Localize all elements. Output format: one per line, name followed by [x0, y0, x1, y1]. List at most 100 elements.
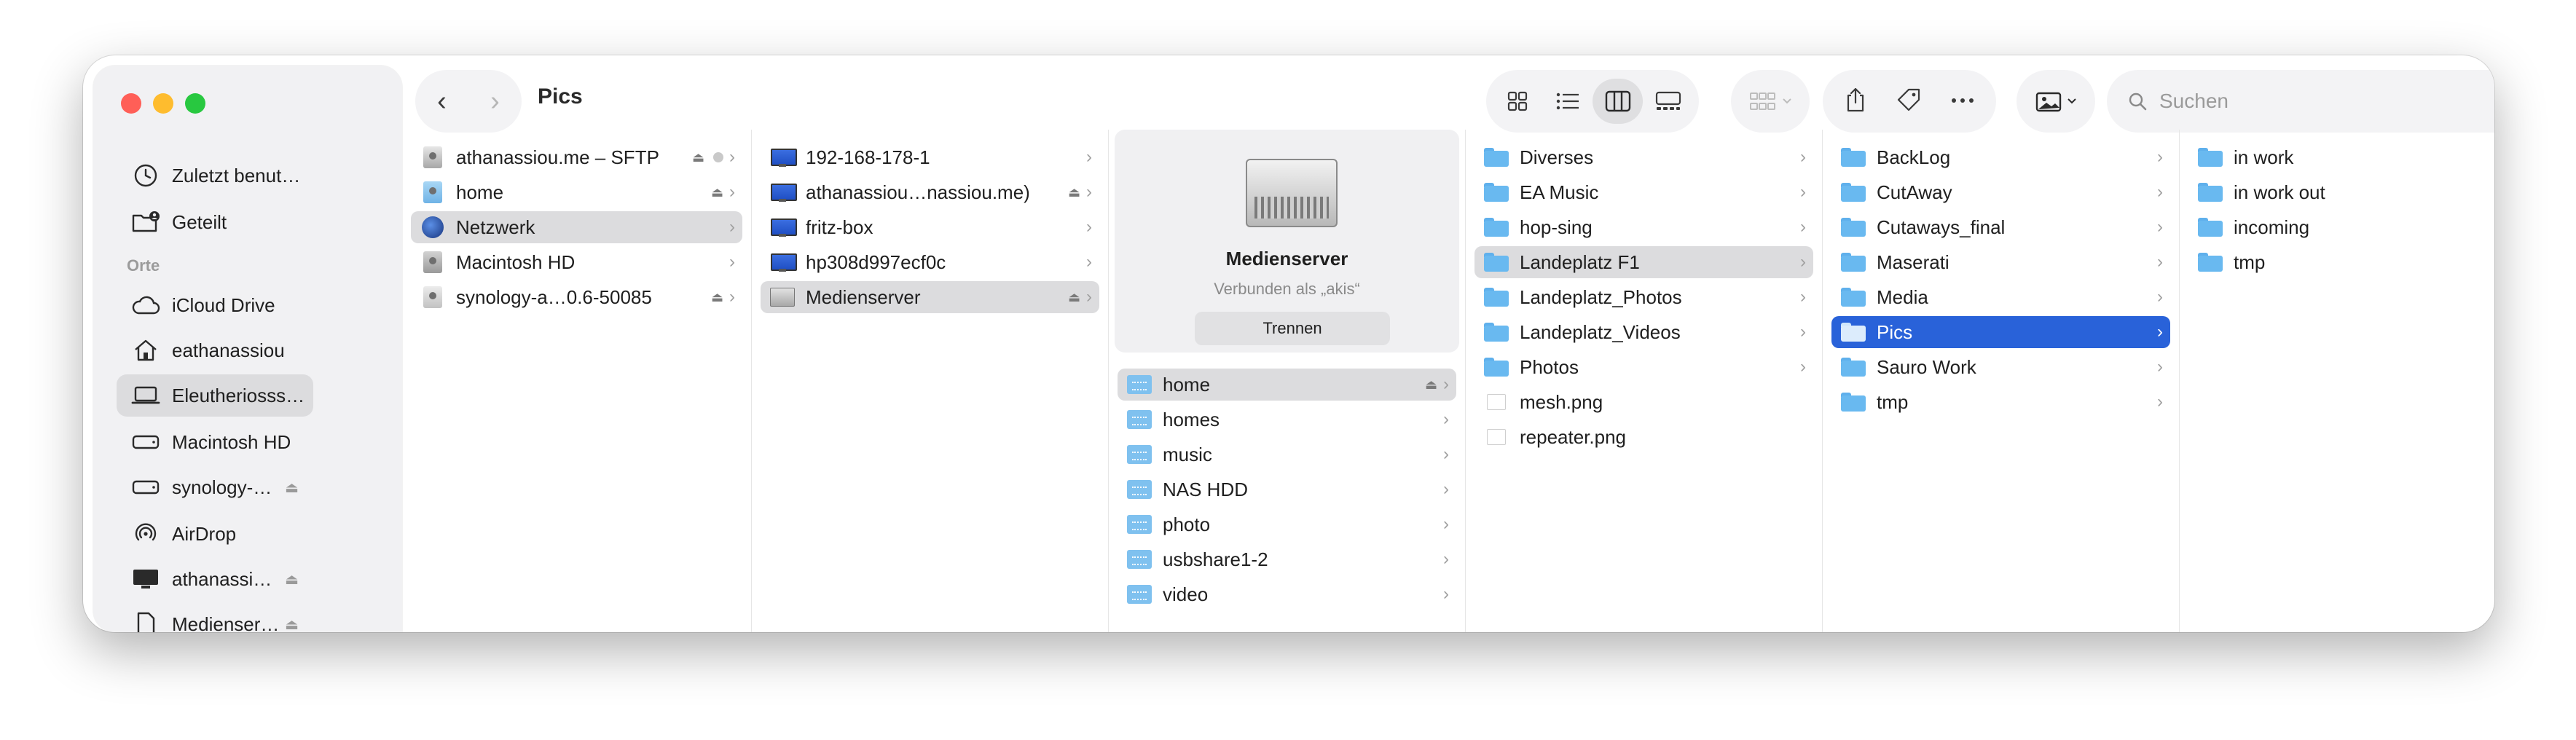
preview-button[interactable] [2017, 70, 2095, 133]
disk-icon [130, 428, 162, 457]
list-item[interactable]: hp308d997ecf0c › [761, 246, 1099, 278]
list-item[interactable]: Cutaways_final › [1831, 211, 2170, 243]
list-item[interactable]: Landeplatz F1 › [1474, 246, 1813, 278]
list-item[interactable]: BackLog › [1831, 141, 2170, 173]
search-input[interactable] [2159, 90, 2494, 113]
list-item[interactable]: Pics › [1831, 316, 2170, 348]
list-item[interactable]: video › [1118, 578, 1456, 610]
list-item[interactable]: Netzwerk › [411, 211, 742, 243]
list-item[interactable]: Diverses › [1474, 141, 1813, 173]
disk-icon [420, 251, 446, 273]
list-item[interactable]: hop-sing › [1474, 211, 1813, 243]
sidebar-item-home[interactable]: eathanassiou [117, 329, 313, 371]
list-item[interactable]: incoming › [2188, 211, 2494, 243]
group-button[interactable] [1731, 70, 1810, 133]
list-item[interactable]: Medienserver ⏏ › [761, 281, 1099, 313]
list-item[interactable]: repeater.png [1474, 421, 1813, 453]
sidebar-item-athanassiou[interactable]: athanassi… ⏏ [117, 558, 313, 600]
list-item[interactable]: Maserati › [1831, 246, 2170, 278]
chevron-right-icon: › [1443, 444, 1449, 464]
sidebar-item-recents[interactable]: Zuletzt benut… [117, 154, 313, 197]
sidebar-item-airdrop[interactable]: AirDrop [117, 513, 313, 555]
list-item[interactable]: EA Music › [1474, 176, 1813, 208]
more-button[interactable] [1951, 95, 1974, 108]
sidebar-item-macintosh-hd[interactable]: Macintosh HD [117, 421, 313, 463]
eject-icon[interactable]: ⏏ [711, 185, 723, 200]
tag-button[interactable] [1896, 87, 1922, 117]
list-item[interactable]: Media › [1831, 281, 2170, 313]
sidebar-item-label: Geteilt [172, 210, 227, 233]
sidebar-item-this-mac[interactable]: Eleutheriosss… [117, 374, 313, 417]
chevron-right-icon: › [1800, 147, 1806, 167]
group-icon [1750, 92, 1775, 110]
sidebar-item-shared[interactable]: Geteilt [117, 201, 313, 243]
list-item[interactable]: home ⏏ › [1118, 369, 1456, 401]
eject-icon[interactable]: ⏏ [285, 479, 299, 497]
list-item[interactable]: Macintosh HD › [411, 246, 742, 278]
search-field[interactable] [2107, 70, 2494, 133]
share-button[interactable] [1845, 87, 1866, 117]
item-label: Landeplatz_Videos [1520, 320, 1681, 343]
list-item[interactable]: home ⏏ › [411, 176, 742, 208]
monitor-icon [130, 564, 162, 594]
list-item[interactable]: synology-a…0.6-50085 ⏏ › [411, 281, 742, 313]
eject-icon[interactable]: ⏏ [692, 150, 704, 165]
minimize-button[interactable] [153, 93, 173, 114]
gallery-view-button[interactable] [1643, 79, 1693, 124]
connection-status: Verbunden als „akis“ [1214, 280, 1360, 298]
list-item[interactable]: music › [1118, 438, 1456, 471]
sidebar-item-medienserver[interactable]: Medienser… ⏏ [117, 603, 313, 632]
shared-folder-icon [1126, 409, 1152, 430]
list-item[interactable]: photo › [1118, 508, 1456, 540]
list-item[interactable]: in work out › [2188, 176, 2494, 208]
list-item[interactable]: NAS HDD › [1118, 473, 1456, 505]
column-home: Diverses › EA Music › hop-sing › Landepl… [1466, 130, 1823, 632]
zoom-button[interactable] [185, 93, 205, 114]
list-item[interactable]: Landeplatz_Photos › [1474, 281, 1813, 313]
list-item[interactable]: usbshare1-2 › [1118, 543, 1456, 575]
eject-icon[interactable]: ⏏ [1425, 377, 1437, 393]
list-item[interactable]: tmp › [2188, 246, 2494, 278]
disconnect-button[interactable]: Trennen [1195, 312, 1390, 345]
column-locations: athanassiou.me – SFTP ⏏ › home ⏏ › Netzw… [402, 130, 752, 632]
list-item[interactable]: in work › [2188, 141, 2494, 173]
column-view-button[interactable] [1593, 79, 1643, 124]
list-item[interactable]: homes › [1118, 404, 1456, 436]
sidebar-item-label: Medienser… [172, 613, 280, 633]
list-item[interactable]: athanassiou.me – SFTP ⏏ › [411, 141, 742, 173]
list-item[interactable]: athanassiou…nassiou.me) ⏏ › [761, 176, 1099, 208]
eject-icon[interactable]: ⏏ [285, 615, 299, 633]
eject-icon[interactable]: ⏏ [285, 570, 299, 589]
column-landeplatz-f1: BackLog › CutAway › Cutaways_final › Mas… [1823, 130, 2180, 632]
list-view-button[interactable] [1542, 79, 1593, 124]
eject-icon[interactable]: ⏏ [1068, 290, 1080, 305]
item-label: CutAway [1877, 181, 1952, 203]
sidebar-item-label: Eleutheriosss… [172, 384, 305, 406]
list-icon [1556, 92, 1579, 110]
sidebar-section-title: Orte [127, 256, 160, 275]
list-item[interactable]: Sauro Work › [1831, 351, 2170, 383]
network-globe-icon [420, 216, 446, 238]
back-button[interactable]: ‹ [437, 86, 447, 117]
list-item[interactable]: 192-168-178-1 › [761, 141, 1099, 173]
icon-view-button[interactable] [1492, 79, 1542, 124]
eject-icon[interactable]: ⏏ [711, 290, 723, 305]
list-item[interactable]: Landeplatz_Videos › [1474, 316, 1813, 348]
server-share-icon [420, 146, 446, 168]
close-button[interactable] [121, 93, 141, 114]
chevron-right-icon: › [1086, 217, 1092, 237]
disk-icon [420, 286, 446, 308]
list-item[interactable]: tmp › [1831, 386, 2170, 418]
list-item[interactable]: fritz-box › [761, 211, 1099, 243]
item-label: repeater.png [1520, 425, 1627, 448]
sidebar-item-synology[interactable]: synology-… ⏏ [117, 466, 313, 508]
status-dot [713, 152, 723, 162]
sidebar-item-icloud[interactable]: iCloud Drive [117, 284, 313, 326]
list-item[interactable]: Photos › [1474, 351, 1813, 383]
item-label: BackLog [1877, 146, 1951, 168]
forward-button[interactable]: › [490, 86, 500, 117]
list-item[interactable]: mesh.png [1474, 386, 1813, 418]
eject-icon[interactable]: ⏏ [1068, 185, 1080, 200]
document-icon [130, 610, 162, 632]
list-item[interactable]: CutAway › [1831, 176, 2170, 208]
